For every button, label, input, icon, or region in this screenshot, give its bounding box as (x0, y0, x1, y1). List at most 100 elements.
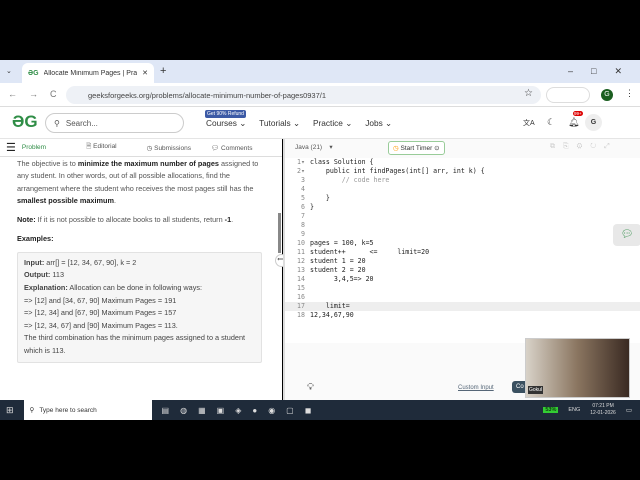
language-select[interactable]: Java (21) ▾ (295, 143, 333, 151)
code-text: class Solution { (310, 158, 374, 166)
hamburger-icon[interactable]: ☰ (6, 141, 16, 154)
custom-input-link[interactable]: Custom Input (458, 385, 494, 391)
code-text: student 1 = 20 (310, 257, 366, 265)
example-box: Input: arr[] = [12, 34, 67, 90], k = 2 O… (17, 251, 262, 363)
line-number: 5 (301, 194, 305, 202)
code-line[interactable]: 6} (285, 203, 640, 212)
problem-intro: The objective is to minimize the maximum… (17, 159, 259, 205)
extensions-icon[interactable] (546, 87, 590, 103)
code-line[interactable]: 17 limit= (285, 302, 640, 311)
notification-count: 99+ (573, 111, 583, 116)
line-number: 2▾ (297, 167, 305, 175)
code-line[interactable]: 3 // code here (285, 176, 640, 185)
code-line[interactable]: 4 (285, 185, 640, 194)
problem-note: Note: If it is not possible to allocate … (17, 215, 234, 225)
code-line[interactable]: 14 3,4,5=> 20 (285, 275, 640, 284)
bookmark-star-icon[interactable]: ☆ (524, 88, 533, 99)
line-number: 14 (297, 275, 305, 283)
windows-start-icon[interactable]: ⊞ (6, 405, 14, 416)
code-text: 3,4,5=> 20 (310, 275, 374, 283)
code-line[interactable]: 13 student 2 = 20 (285, 266, 640, 275)
problem-description: The objective is to minimize the maximum… (0, 157, 282, 400)
url-bar[interactable]: geeksforgeeks.org/problems/allocate-mini… (66, 86, 541, 104)
taskbar-search[interactable]: ⚲ Type here to search (23, 400, 152, 420)
line-number: 9 (301, 230, 305, 238)
new-tab-button[interactable]: + (160, 65, 166, 77)
webcam-overlay: Gokul (525, 338, 630, 398)
code-text: // code here (310, 176, 390, 184)
code-line[interactable]: 9 (285, 230, 640, 239)
line-number: 3 (301, 176, 305, 184)
line-number: 17 (297, 302, 305, 310)
code-text: limit= (310, 302, 350, 310)
problem-tabs: ☰ Problem 🗎 Editorial ◷ Submissions 💬︎ C… (0, 139, 282, 157)
taskbar: ⊞ ⚲ Type here to search ▤◍▦▣◈●◉▢◼ 53% ENG… (0, 400, 640, 420)
code-line[interactable]: 12 student 1 = 20 (285, 257, 640, 266)
refund-badge: Get 90% Refund (205, 110, 246, 118)
gfg-favicon: ƏG (28, 69, 39, 77)
start-timer-button[interactable]: ◷ Start Timer ⊙ (388, 141, 445, 155)
code-text: pages = 100, k=5 (310, 239, 374, 247)
scrollbar[interactable] (278, 213, 281, 253)
translate-icon[interactable]: 文A (523, 118, 535, 128)
nav-practice[interactable]: Practice ⌄ (313, 118, 352, 128)
dark-mode-icon[interactable]: ☾ (547, 117, 555, 128)
webcam-name: Gokul (528, 386, 544, 394)
code-area[interactable]: 1▾ class Solution {2▾ public int findPage… (285, 158, 640, 343)
nav-jobs[interactable]: Jobs ⌄ (365, 118, 392, 128)
intro-bold: minimize the maximum number of pages (77, 159, 219, 168)
profile-avatar[interactable]: G (601, 89, 613, 101)
window-controls[interactable]: –□✕ (568, 66, 640, 77)
line-number: 15 (297, 284, 305, 292)
nav-buttons[interactable]: ←→C (8, 89, 69, 99)
code-line[interactable]: 2▾ public int findPages(int[] arr, int k… (285, 167, 640, 176)
code-line[interactable]: 8 (285, 221, 640, 230)
code-line[interactable]: 16 (285, 293, 640, 302)
tab-problem[interactable]: Problem (22, 144, 46, 151)
bulb-icon[interactable]: 💡︎ (307, 382, 314, 393)
line-number: 1▾ (297, 158, 305, 166)
nav-courses[interactable]: Courses ⌄ (206, 118, 246, 128)
line-number: 12 (297, 257, 305, 265)
code-line[interactable]: 11 student++ <= limit=20 (285, 248, 640, 257)
search-box[interactable]: ⚲ Search... (45, 113, 184, 133)
code-line[interactable]: 1▾ class Solution { (285, 158, 640, 167)
code-line[interactable]: 10 pages = 100, k=5 (285, 239, 640, 248)
line-number: 11 (297, 248, 305, 256)
line-number: 6 (301, 203, 305, 211)
tab-submissions[interactable]: ◷ Submissions (147, 144, 191, 152)
tab-list-button[interactable]: ⌄ (6, 67, 12, 75)
notification-center-icon[interactable]: ▭ (626, 406, 632, 414)
nav-tutorials[interactable]: Tutorials ⌄ (259, 118, 300, 128)
close-tab-icon[interactable]: ✕ (142, 69, 148, 77)
editor-toolbar-icons[interactable]: ⧉⎘⚙↻⤢ (550, 143, 618, 151)
taskbar-apps[interactable]: ▤◍▦▣◈●◉▢◼ (162, 406, 323, 415)
tab-editorial[interactable]: 🗎 Editorial (86, 142, 117, 153)
examples-heading: Examples: (17, 234, 54, 244)
code-line[interactable]: 7 (285, 212, 640, 221)
notification-bell-icon[interactable]: 🔔︎ (568, 117, 579, 128)
browser-tab[interactable]: ƏG Allocate Minimum Pages | Prac ✕ (22, 63, 154, 83)
tab-comments[interactable]: 💬︎ Comments (211, 144, 253, 152)
line-number: 18 (297, 311, 305, 319)
tab-title: Allocate Minimum Pages | Prac (43, 69, 138, 77)
url-text: geeksforgeeks.org/problems/allocate-mini… (88, 90, 327, 100)
code-line[interactable]: 18 12,34,67,90 (285, 311, 640, 320)
menu-icon[interactable]: ⋮ (625, 88, 634, 99)
code-text: student++ <= limit=20 (310, 248, 430, 256)
intro-prefix: The objective is to (17, 159, 78, 168)
code-line[interactable]: 15 (285, 284, 640, 293)
user-avatar[interactable]: G (585, 114, 602, 131)
code-text: } (310, 203, 314, 211)
line-number: 7 (301, 212, 305, 220)
chat-icon[interactable]: 💬︎ (613, 224, 640, 246)
search-placeholder: Search... (65, 118, 98, 128)
battery-indicator[interactable]: 53% (543, 407, 559, 413)
code-line[interactable]: 5 } (285, 194, 640, 203)
search-icon: ⚲ (29, 407, 35, 414)
language-indicator[interactable]: ENG (568, 407, 580, 413)
code-text: } (310, 194, 330, 202)
line-number: 16 (297, 293, 305, 301)
clock[interactable]: 07:21 PM 12-01-2026 (590, 403, 616, 417)
gfg-logo[interactable]: ƏG (12, 112, 38, 132)
